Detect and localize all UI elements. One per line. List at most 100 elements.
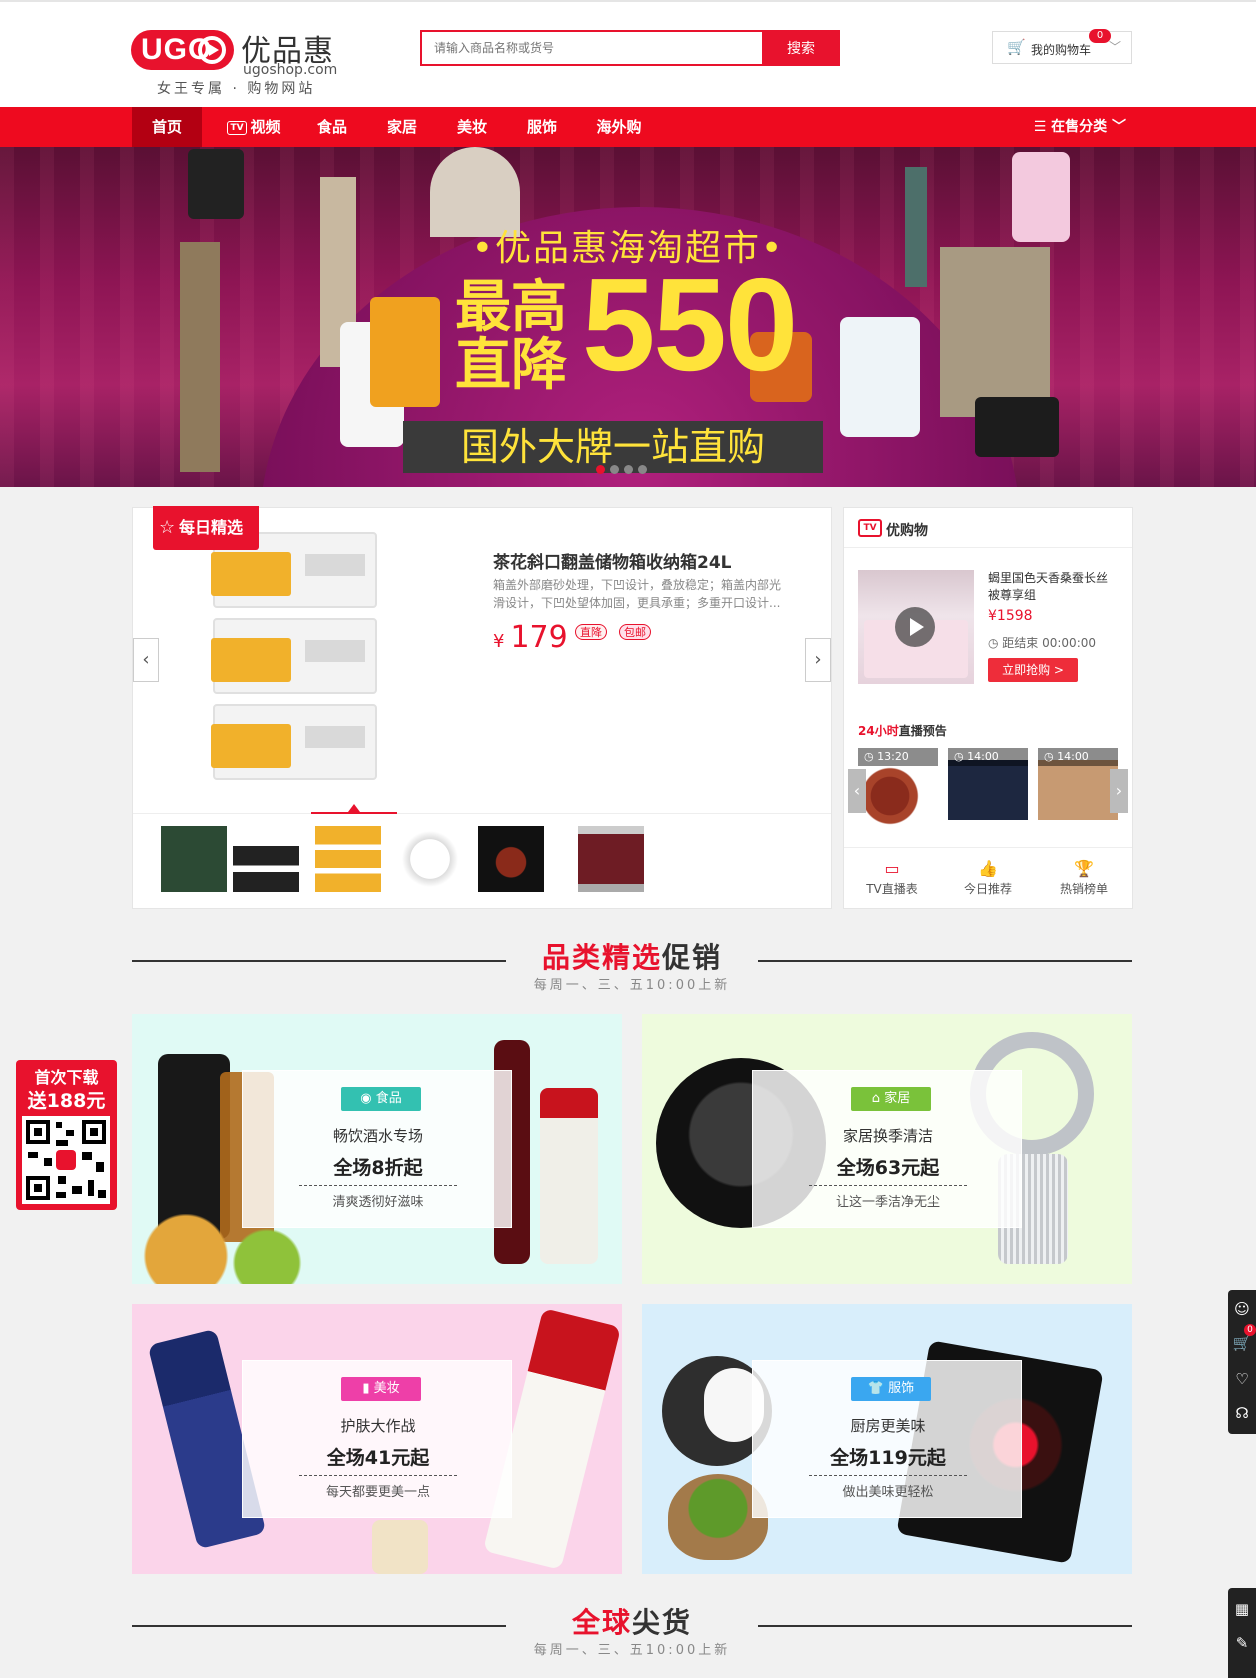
tv-panel-header: TV 优购物 — [844, 508, 1132, 548]
cart-button[interactable]: 🛒 我的购物车 0 ﹀ — [992, 29, 1132, 64]
logo-slogan: 女王专属 · 购物网站 — [157, 81, 316, 97]
tv-schedule-link[interactable]: ▭ TV直播表 — [844, 860, 940, 897]
category-menu[interactable]: ☰ 在售分类 ﹀ — [1034, 107, 1126, 147]
nav-food[interactable]: 食品 — [306, 107, 358, 147]
today-recommend-label: 今日推荐 — [963, 882, 1012, 896]
section-title: 品类精选促销 — [132, 936, 1132, 976]
promo-price: 全场8折起 — [333, 1157, 423, 1179]
play-icon[interactable] — [895, 607, 935, 647]
chevron-down-icon: ﹀ — [1108, 40, 1121, 54]
preview-item[interactable]: ◷ 14:00 — [948, 748, 1028, 828]
pagination-dot[interactable] — [596, 465, 605, 474]
thumb-gift-boxes[interactable] — [233, 826, 299, 892]
promo-card: ⌂ 家居 家居换季清洁 全场63元起 让这一季洁净无尘 — [752, 1070, 1022, 1228]
headset-icon[interactable]: ☊ — [1228, 1398, 1256, 1428]
prev-arrow-icon[interactable]: ‹ — [848, 769, 866, 813]
thumb-divider — [133, 813, 831, 814]
tag-free-shipping: 包邮 — [619, 624, 651, 640]
caret-up-icon — [348, 804, 360, 812]
nav-home-living[interactable]: 家居 — [376, 107, 428, 147]
preview-item[interactable]: ◷ 13:20 — [858, 748, 938, 828]
product-image[interactable] — [211, 526, 433, 788]
promo-card: 👕 服饰 厨房更美味 全场119元起 做出美味更轻松 — [752, 1360, 1022, 1518]
promo-badge-label: 食品 — [375, 1091, 402, 1106]
nav-video[interactable]: TV 视频 — [216, 107, 292, 147]
nav-apparel[interactable]: 服饰 — [516, 107, 568, 147]
promo-title: 畅饮酒水专场 — [332, 1127, 423, 1145]
prev-arrow-icon[interactable]: ‹ — [133, 638, 159, 682]
product-title[interactable]: 茶花斜口翻盖储物箱收纳箱24L — [493, 548, 732, 573]
promo-beauty[interactable]: ▮ 美妆 护肤大作战 全场41元起 每天都要更美一点 — [132, 1304, 622, 1574]
promo-badge: ▮ 美妆 — [341, 1377, 421, 1401]
main-nav: 首页 TV 视频 食品 家居 美妆 服饰 海外购 ☰ 在售分类 ﹀ — [0, 107, 1256, 147]
hot-ranking-link[interactable]: 🏆 热销榜单 — [1036, 860, 1132, 897]
promo-title: 厨房更美味 — [850, 1417, 926, 1435]
promo-badge: ◉ 食品 — [341, 1087, 421, 1111]
search-bar: 搜索 — [420, 30, 840, 66]
buy-now-button[interactable]: 立即抢购 > — [988, 658, 1078, 682]
building-graphic — [940, 247, 1050, 417]
promo-title: 家居换季清洁 — [842, 1127, 933, 1145]
promo-badge-label: 服饰 — [888, 1381, 915, 1396]
thumb-rice-bag[interactable] — [161, 826, 227, 892]
promo-price: 全场41元起 — [326, 1447, 430, 1469]
pagination-dot[interactable] — [610, 465, 619, 474]
site-logo[interactable]: UGO 优品惠 ugoshop.com 女王专属 · 购物网站 — [131, 26, 341, 98]
nav-video-label: 视频 — [250, 118, 281, 136]
hero-banner[interactable]: •优品惠海淘超市• 最高 直降 550 国外大牌一站直购 — [0, 147, 1256, 487]
storage-box-graphic — [211, 618, 377, 694]
qr-code-icon[interactable]: ▦ — [1228, 1594, 1256, 1624]
promo-home[interactable]: ⌂ 家居 家居换季清洁 全场63元起 让这一季洁净无尘 — [642, 1014, 1132, 1284]
pagination-dot[interactable] — [638, 465, 647, 474]
cap-graphic — [372, 1520, 428, 1574]
monitor-icon: ▭ — [884, 859, 900, 878]
thumb-coat-model[interactable] — [578, 826, 644, 892]
next-arrow-icon[interactable]: › — [1110, 769, 1128, 813]
top-header: UGO 优品惠 ugoshop.com 女王专属 · 购物网站 搜索 🛒 我的购… — [0, 0, 1256, 107]
promo-food[interactable]: ◉ 食品 畅饮酒水专场 全场8折起 清爽透彻好滋味 — [132, 1014, 622, 1284]
banner-big-text: 最高 直降 — [455, 279, 567, 395]
right-toolbar-bottom: ▦ ✎ — [1228, 1588, 1256, 1678]
preview-item[interactable]: ◷ 14:00 — [1038, 748, 1118, 828]
sidebar-cart-count: 0 — [1244, 1324, 1256, 1336]
chevron-down-icon: ﹀ — [1107, 119, 1126, 135]
float-line2: 送188元 — [27, 1090, 106, 1112]
pagination-dot[interactable] — [624, 465, 633, 474]
thumb-storage-boxes[interactable] — [315, 826, 381, 892]
cart-label: 我的购物车 — [1031, 43, 1092, 57]
thumb-kettle[interactable] — [397, 826, 463, 892]
edit-icon[interactable]: ✎ — [1228, 1628, 1256, 1658]
live-product-image[interactable] — [858, 570, 974, 684]
heart-icon[interactable]: ♡ — [1228, 1364, 1256, 1394]
live-product-title[interactable]: 蝎里国色天香桑蚕长丝被尊享组 — [988, 570, 1118, 604]
product-desc: 箱盖外部磨砂处理，下凹设计，叠放稳定；箱盖内部光滑设计，下凹处望体加固，更具承重… — [493, 578, 782, 610]
dashed-divider — [299, 1475, 457, 1476]
category-label: 在售分类 — [1051, 119, 1108, 135]
today-recommend-link[interactable]: 👍 今日推荐 — [940, 860, 1036, 897]
nav-overseas[interactable]: 海外购 — [586, 107, 652, 147]
thumb-tea-set[interactable] — [478, 826, 544, 892]
logo-mark: UGO — [131, 30, 234, 70]
daily-pick-panel: ☆ 每日精选 茶花斜口翻盖储物箱收纳箱24L 箱盖外部磨砂处理，下凹设计，叠放稳定… — [132, 506, 832, 909]
nav-beauty[interactable]: 美妆 — [446, 107, 498, 147]
countdown-timer: ◷ 距结束 00:00:00 — [988, 634, 1096, 651]
app-download-float[interactable]: 首次下载 送188元 — [16, 1060, 117, 1210]
promo-apparel[interactable]: 👕 服饰 厨房更美味 全场119元起 做出美味更轻松 — [642, 1304, 1132, 1574]
hot-ranking-label: 热销榜单 — [1059, 882, 1108, 896]
cosmetic-box-graphic — [370, 297, 440, 407]
preview-time: ◷ 13:20 — [858, 748, 938, 766]
section-header-category: 品类精选促销 每周一、三、五10:00上新 — [132, 936, 1132, 996]
right-toolbar: ☺ 🛒 0 ♡ ☊ — [1228, 1290, 1256, 1434]
big-ben-graphic — [180, 242, 220, 472]
preview-title-highlight: 24小时 — [858, 724, 899, 738]
promo-badge-label: 家居 — [884, 1091, 911, 1106]
search-button[interactable]: 搜索 — [762, 30, 840, 66]
dashed-divider — [809, 1475, 967, 1476]
user-icon[interactable]: ☺ — [1228, 1294, 1256, 1324]
preview-time-text: 14:00 — [967, 750, 999, 763]
promo-card: ▮ 美妆 护肤大作战 全场41元起 每天都要更美一点 — [242, 1360, 512, 1518]
next-arrow-icon[interactable]: › — [805, 638, 831, 682]
nav-home[interactable]: 首页 — [132, 107, 202, 147]
search-input[interactable] — [422, 32, 764, 64]
promo-title: 护肤大作战 — [340, 1417, 416, 1435]
